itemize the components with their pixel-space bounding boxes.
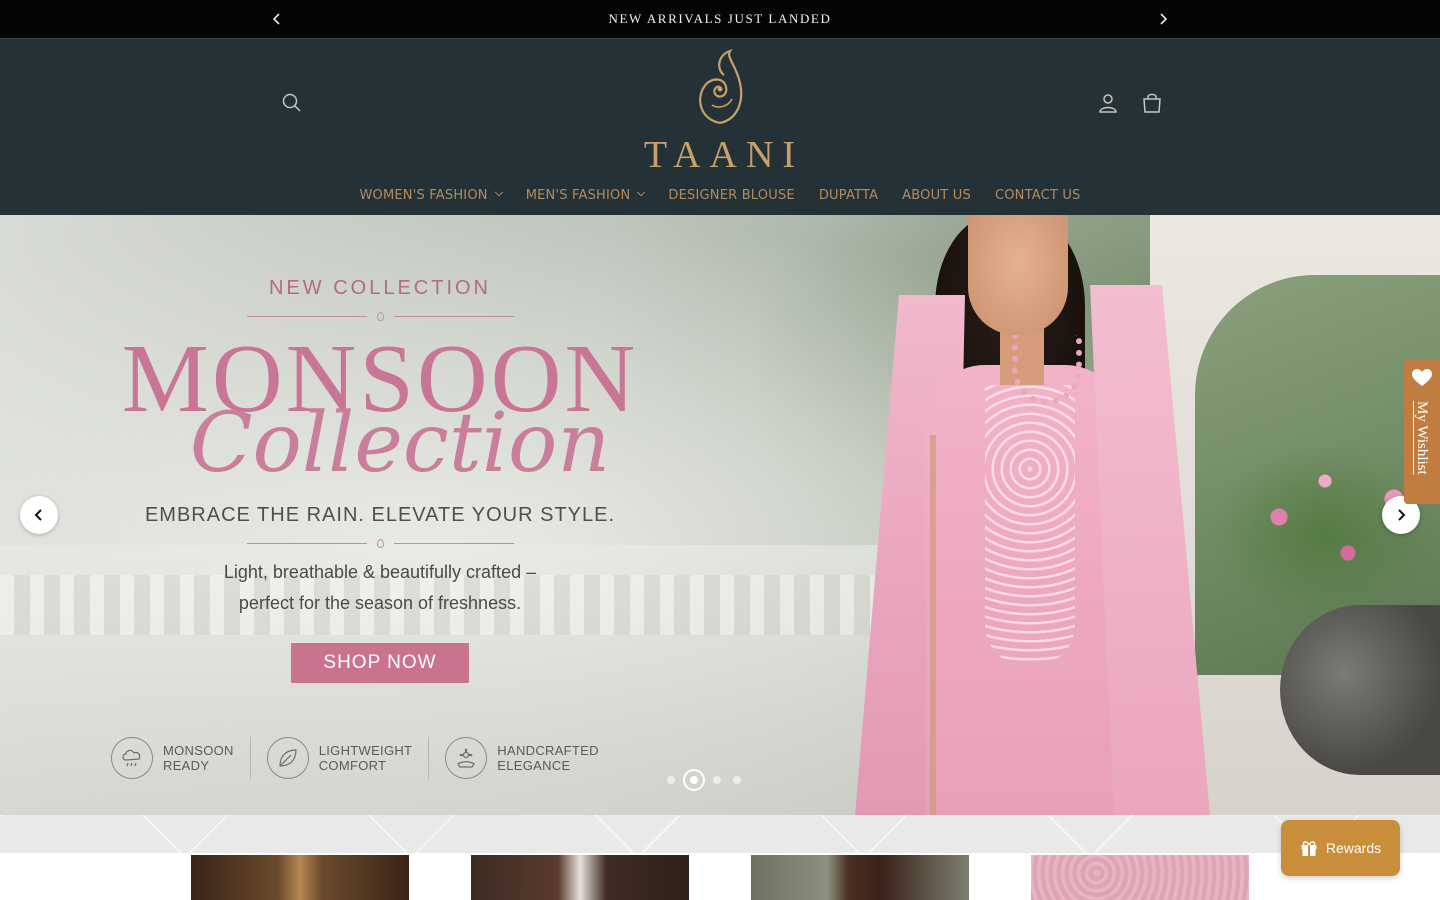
category-thumb-3[interactable] (751, 855, 969, 900)
category-thumb-2[interactable] (471, 855, 689, 900)
site-header: TAANI WOMEN'S FASHION MEN'S FASHION DESI… (0, 38, 1440, 215)
slide-dots (667, 769, 741, 791)
nav-item-dupatta[interactable]: DUPATTA (807, 188, 890, 203)
slide-dot-3[interactable] (713, 776, 721, 784)
model-face (968, 215, 1068, 335)
feature-label-line2: READY (163, 758, 210, 773)
chevron-left-icon (34, 509, 42, 521)
heart-icon (1412, 369, 1432, 389)
chevron-right-icon (1160, 13, 1168, 25)
feature-lightweight-comfort: LIGHTWEIGHT COMFORT (249, 737, 429, 779)
cart-button[interactable] (1138, 89, 1166, 117)
feature-label-line1: HANDCRAFTED (497, 743, 599, 758)
feature-label-line1: MONSOON (163, 743, 234, 758)
nav-item-womens-fashion[interactable]: WOMEN'S FASHION (347, 188, 513, 203)
divider-line (393, 542, 514, 544)
nav-item-label: DESIGNER BLOUSE (668, 187, 795, 203)
category-thumb-1[interactable] (191, 855, 409, 900)
hero-copy: NEW COLLECTION MONSOON Collection EMBRAC… (60, 275, 700, 683)
chevron-left-icon (272, 13, 280, 25)
announcement-text: NEW ARRIVALS JUST LANDED (608, 11, 832, 26)
feature-label: HANDCRAFTED ELEGANCE (497, 743, 599, 773)
hero-subtext-line1: Light, breathable & beautifully crafted … (223, 562, 537, 582)
divider-line (393, 315, 514, 317)
nav-item-label: CONTACT US (994, 187, 1081, 203)
main-nav: WOMEN'S FASHION MEN'S FASHION DESIGNER B… (0, 183, 1440, 207)
announcement-next-button[interactable] (1153, 9, 1173, 29)
announcement-prev-button[interactable] (267, 9, 287, 29)
category-strip (0, 815, 1440, 900)
announcement-bar: NEW ARRIVALS JUST LANDED (0, 0, 1440, 38)
search-icon (282, 93, 301, 112)
feature-label-line2: COMFORT (318, 758, 387, 773)
model-dupatta-border (930, 435, 936, 815)
droplet-icon (376, 538, 384, 548)
leaf-icon (279, 749, 297, 767)
ornament-divider (60, 533, 700, 553)
cloud-rain-icon (122, 749, 141, 767)
chevron-right-icon (1398, 509, 1406, 521)
nav-item-label: WOMEN'S FASHION (359, 187, 488, 203)
feature-label-line2: ELEGANCE (497, 758, 571, 773)
rewards-button[interactable]: Rewards (1281, 820, 1400, 876)
hero-slideshow: NEW COLLECTION MONSOON Collection EMBRAC… (0, 215, 1440, 815)
feature-icon-wrap (111, 737, 153, 779)
hero-eyebrow: NEW COLLECTION (268, 277, 492, 299)
rewards-label: Rewards (1325, 840, 1382, 856)
cart-icon (1143, 93, 1161, 113)
nav-item-contact-us[interactable]: CONTACT US (983, 188, 1093, 203)
feature-label-line1: LIGHTWEIGHT (318, 743, 413, 758)
nav-item-label: MEN'S FASHION (525, 187, 631, 203)
divider-line (246, 542, 367, 544)
search-button[interactable] (278, 89, 306, 117)
wishlist-tab[interactable]: My Wishlist (1404, 359, 1440, 504)
model-necklace (1012, 335, 1082, 405)
nav-item-label: ABOUT US (902, 187, 971, 203)
chevron-down-icon (637, 187, 646, 197)
category-thumb-4[interactable] (1031, 855, 1249, 900)
hero-subtext-line2: perfect for the season of freshness. (238, 593, 522, 613)
nav-item-about-us[interactable]: ABOUT US (890, 188, 983, 203)
divider-line (246, 315, 367, 317)
ornament-divider (60, 306, 700, 326)
paisley-logo-icon (699, 49, 743, 125)
feature-handcrafted-elegance: HANDCRAFTED ELEGANCE (428, 737, 615, 779)
slide-prev-button[interactable] (20, 496, 58, 534)
hero-features: MONSOON READY LIGHTWEIGHT COMFORT HANDCR… (95, 737, 615, 779)
nav-item-mens-fashion[interactable]: MEN'S FASHION (514, 188, 657, 203)
feature-label: MONSOON READY (163, 743, 234, 773)
shop-now-button[interactable]: SHOP NOW (291, 643, 469, 683)
logo-wordmark: TAANI (643, 134, 805, 176)
feature-label: LIGHTWEIGHT COMFORT (319, 743, 413, 773)
site-logo[interactable]: TAANI (620, 49, 820, 176)
feature-icon-wrap (445, 737, 488, 779)
slide-dot-2-active[interactable] (683, 769, 705, 791)
feature-monsoon-ready: MONSOON READY (95, 737, 250, 779)
hero-background-planter (1280, 605, 1440, 775)
gift-icon (1301, 841, 1317, 856)
wishlist-label: My Wishlist (1414, 401, 1430, 475)
hero-tagline: EMBRACE THE RAIN. ELEVATE YOUR STYLE. (144, 504, 616, 526)
slide-dot-4[interactable] (733, 776, 741, 784)
flower-icon (457, 748, 476, 768)
model-embroidery (985, 385, 1075, 665)
account-button[interactable] (1094, 89, 1122, 117)
slide-dot-1[interactable] (667, 776, 675, 784)
account-icon (1099, 94, 1117, 113)
feature-icon-wrap (266, 737, 309, 779)
chevron-down-icon (494, 187, 503, 197)
nav-item-designer-blouse[interactable]: DESIGNER BLOUSE (656, 188, 806, 203)
nav-item-label: DUPATTA (818, 187, 879, 203)
droplet-icon (376, 311, 384, 321)
